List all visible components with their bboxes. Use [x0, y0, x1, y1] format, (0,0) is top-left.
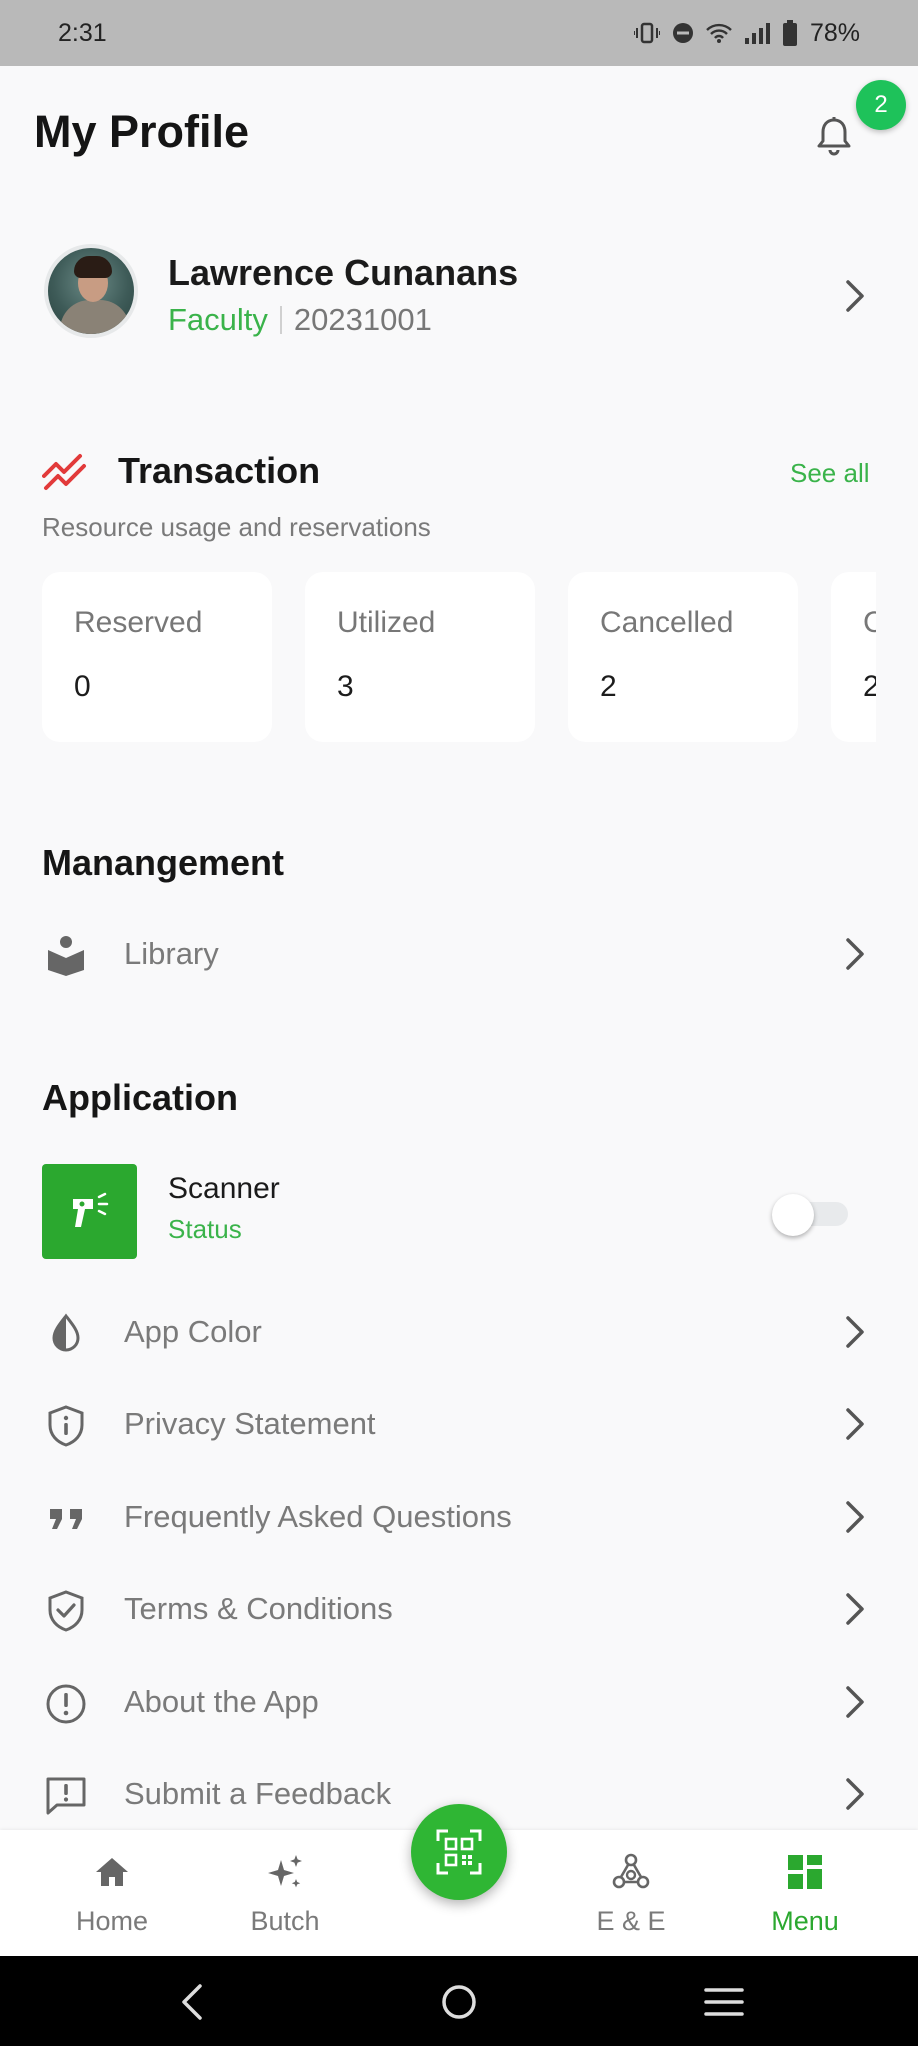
- profile-name: Lawrence Cunanans: [168, 252, 519, 293]
- back-icon[interactable]: [172, 1980, 216, 2024]
- home-icon: [96, 1858, 128, 1886]
- notification-badge[interactable]: 2: [856, 80, 906, 130]
- divider: [279, 306, 282, 334]
- list-item-label: App Color: [124, 1314, 262, 1349]
- stat-value: 2: [863, 670, 876, 703]
- list-item-label: Submit a Feedback: [124, 1776, 392, 1811]
- home-circle-icon[interactable]: [437, 1980, 481, 2024]
- list-item-about[interactable]: About the App: [0, 1662, 918, 1742]
- profile-card[interactable]: Lawrence Cunanans Faculty 20231001: [0, 232, 918, 357]
- battery-icon: [782, 20, 797, 46]
- vibrate-icon: [633, 22, 660, 44]
- nav-label: Butch: [250, 1906, 320, 1936]
- exclamation-circle-icon: [46, 1684, 86, 1724]
- management-title: Manangement: [42, 842, 285, 883]
- status-bar: 2:31 78%: [0, 0, 918, 66]
- qr-scan-icon: [436, 1829, 482, 1875]
- transaction-title: Transaction: [118, 450, 321, 491]
- grid-icon: [788, 1855, 822, 1889]
- trend-icon: [42, 454, 86, 490]
- transaction-subtitle: Resource usage and reservations: [42, 512, 431, 542]
- bell-icon[interactable]: [812, 114, 856, 158]
- nav-item-e-and-e[interactable]: E & E: [571, 1830, 691, 1956]
- profile-meta: Faculty 20231001: [168, 302, 432, 338]
- network-icon: [612, 1853, 650, 1889]
- see-all-link[interactable]: See all: [790, 458, 870, 489]
- recent-apps-icon[interactable]: [702, 1980, 746, 2024]
- stat-label: Reserved: [74, 606, 203, 639]
- list-item-library[interactable]: Library: [0, 914, 918, 994]
- chevron-right-icon: [846, 1593, 864, 1625]
- signal-icon: [744, 23, 770, 44]
- chevron-right-icon: [846, 1501, 864, 1533]
- chevron-right-icon: [846, 1778, 864, 1810]
- contrast-icon: [52, 1313, 80, 1352]
- shield-info-icon: [48, 1405, 84, 1447]
- feedback-icon: [46, 1777, 86, 1815]
- stat-card-utilized[interactable]: Utilized 3: [305, 572, 535, 742]
- shield-check-icon: [48, 1590, 84, 1632]
- book-reader-icon: [48, 936, 84, 976]
- scanner-tile: [42, 1164, 137, 1259]
- stat-card-partial[interactable]: C 2: [831, 572, 876, 742]
- list-item-label: Terms & Conditions: [124, 1591, 393, 1626]
- status-time: 2:31: [58, 18, 107, 47]
- stat-label: Cancelled: [600, 606, 734, 639]
- avatar: [44, 244, 138, 338]
- nav-item-butch[interactable]: Butch: [225, 1830, 345, 1956]
- qr-scan-button[interactable]: [411, 1804, 507, 1900]
- page-title: My Profile: [34, 106, 250, 157]
- stat-card-reserved[interactable]: Reserved 0: [42, 572, 272, 742]
- stat-value: 3: [337, 670, 354, 703]
- application-title: Application: [42, 1077, 238, 1118]
- chevron-right-icon[interactable]: [840, 276, 868, 316]
- system-navigation-bar: [0, 1956, 918, 2046]
- list-item-faq[interactable]: Frequently Asked Questions: [0, 1477, 918, 1557]
- profile-id: 20231001: [293, 302, 432, 337]
- list-item-label: Library: [124, 936, 219, 971]
- scanner-toggle-knob[interactable]: [772, 1194, 814, 1236]
- scanner-status: Status: [168, 1214, 242, 1244]
- nav-label: Home: [75, 1906, 149, 1936]
- status-icons: 78%: [633, 18, 860, 48]
- list-item-label: Privacy Statement: [124, 1406, 376, 1441]
- stat-label: Utilized: [337, 606, 436, 639]
- chevron-right-icon: [846, 1408, 864, 1440]
- list-item-terms[interactable]: Terms & Conditions: [0, 1569, 918, 1649]
- list-item-label: About the App: [124, 1684, 319, 1719]
- list-item-privacy[interactable]: Privacy Statement: [0, 1384, 918, 1464]
- do-not-disturb-icon: [672, 23, 693, 43]
- chevron-right-icon: [846, 938, 864, 970]
- stat-value: 0: [74, 670, 91, 703]
- nav-item-home[interactable]: Home: [52, 1830, 172, 1956]
- battery-percent: 78%: [809, 18, 860, 47]
- list-item-app-color[interactable]: App Color: [0, 1292, 918, 1372]
- nav-item-menu[interactable]: Menu: [745, 1830, 865, 1956]
- list-item-label: Frequently Asked Questions: [124, 1499, 512, 1534]
- stat-card-cancelled[interactable]: Cancelled 2: [568, 572, 798, 742]
- chevron-right-icon: [846, 1316, 864, 1348]
- wifi-icon: [706, 23, 732, 43]
- chevron-right-icon: [846, 1686, 864, 1718]
- nav-label: Menu: [771, 1906, 839, 1936]
- quote-icon: [50, 1509, 82, 1529]
- header: My Profile 2: [0, 66, 918, 206]
- nav-label: E & E: [596, 1906, 666, 1936]
- stat-value: 2: [600, 670, 617, 703]
- scanner-name: Scanner: [168, 1172, 280, 1205]
- sparkles-icon: [268, 1855, 302, 1888]
- profile-role: Faculty: [168, 302, 268, 337]
- stat-label: C: [863, 606, 876, 639]
- transaction-stats: Reserved 0 Utilized 3 Cancelled 2 C 2: [42, 572, 876, 744]
- scanner-gun-icon: [72, 1192, 108, 1227]
